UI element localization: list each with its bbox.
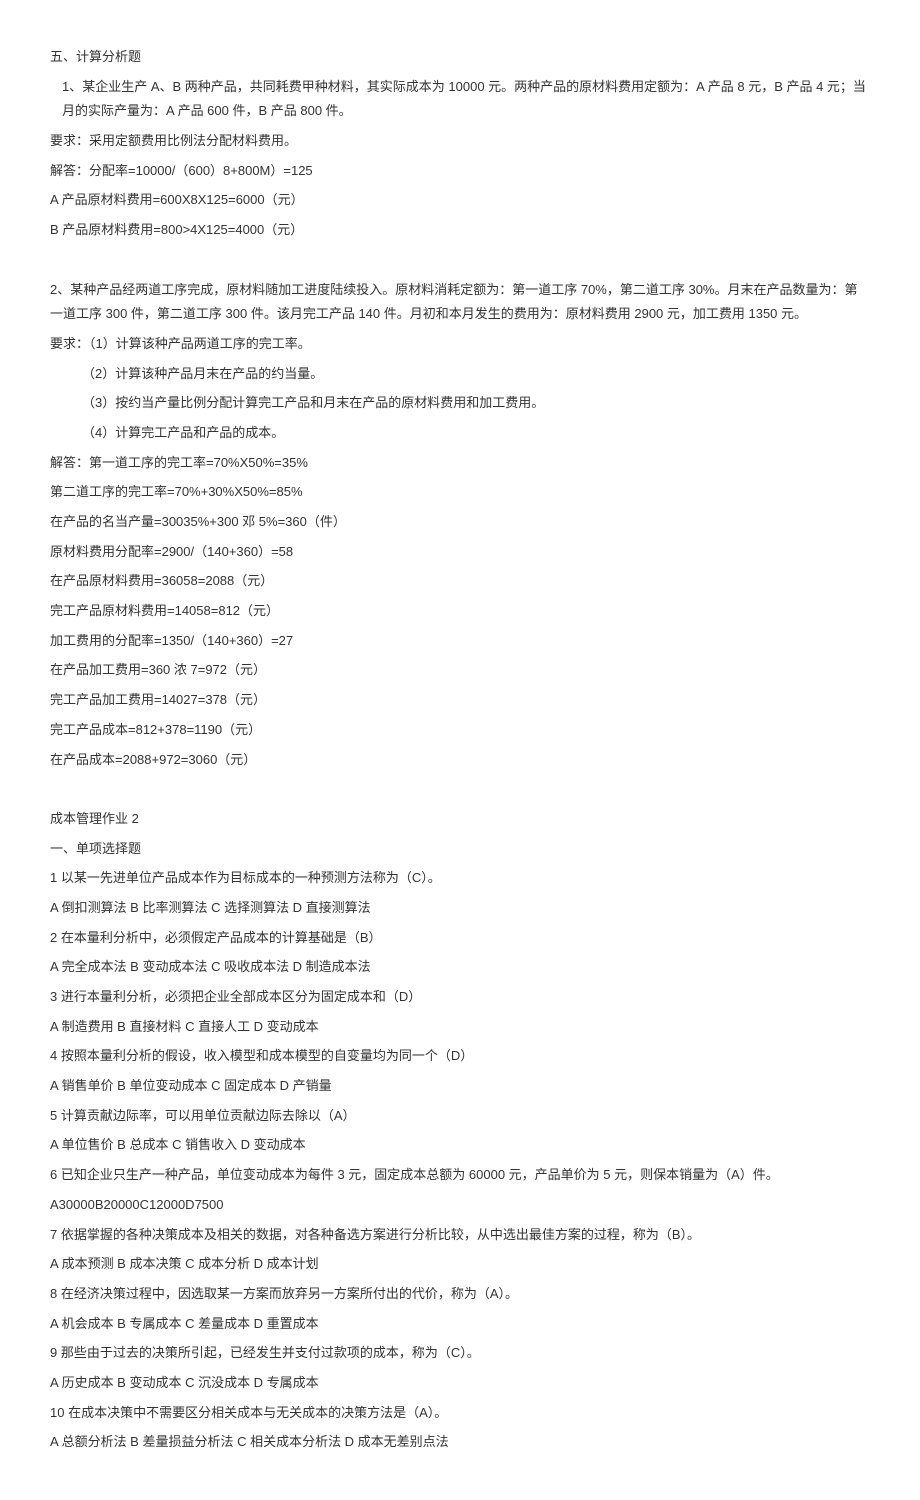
mc2-question: 2 在本量利分析中，必须假定产品成本的计算基础是（B） <box>50 926 870 951</box>
mc7-question: 7 依据掌握的各种决策成本及相关的数据，对各种备选方案进行分析比较，从中选出最佳… <box>50 1223 870 1248</box>
mc8-options: A 机会成本 B 专属成本 C 差量成本 D 重置成本 <box>50 1312 870 1337</box>
q2-req-2: （2）计算该种产品月末在产品的约当量。 <box>50 362 870 387</box>
mc3-options: A 制造费用 B 直接材料 C 直接人工 D 变动成本 <box>50 1015 870 1040</box>
q2-ans-2: 第二道工序的完工率=70%+30%X50%=85% <box>50 480 870 505</box>
mc5-options: A 单位售价 B 总成本 C 销售收入 D 变动成本 <box>50 1133 870 1158</box>
homework2-title: 成本管理作业 2 <box>50 807 870 832</box>
q2-text: 2、某种产品经两道工序完成，原材料随加工进度陆续投入。原材料消耗定额为：第一道工… <box>50 278 870 327</box>
q1-text: 1、某企业生产 A、B 两种产品，共同耗费甲种材料，其实际成本为 10000 元… <box>50 75 870 124</box>
mc9-options: A 历史成本 B 变动成本 C 沉没成本 D 专属成本 <box>50 1371 870 1396</box>
q2-ans-1: 解答：第一道工序的完工率=70%X50%=35% <box>50 451 870 476</box>
mc-section-title: 一、单项选择题 <box>50 837 870 862</box>
mc1-options: A 倒扣测算法 B 比率测算法 C 选择测算法 D 直接测算法 <box>50 896 870 921</box>
q2-ans-3: 在产品的名当产量=30035%+300 邓 5%=360（件） <box>50 510 870 535</box>
mc6-question: 6 已知企业只生产一种产品，单位变动成本为每件 3 元，固定成本总额为 6000… <box>50 1163 870 1188</box>
mc9-question: 9 那些由于过去的决策所引起，已经发生并支付过款项的成本，称为（C）。 <box>50 1341 870 1366</box>
mc7-options: A 成本预测 B 成本决策 C 成本分析 D 成本计划 <box>50 1252 870 1277</box>
q2-ans-7: 加工费用的分配率=1350/（140+360）=27 <box>50 629 870 654</box>
q1-answer-1: 解答：分配率=10000/（600）8+800M）=125 <box>50 159 870 184</box>
q1-answer-2: A 产品原材料费用=600X8X125=6000（元） <box>50 188 870 213</box>
q2-ans-8: 在产品加工费用=360 浓 7=972（元） <box>50 658 870 683</box>
q2-req-1: 要求：（1）计算该种产品两道工序的完工率。 <box>50 332 870 357</box>
q2-ans-11: 在产品成本=2088+972=3060（元） <box>50 748 870 773</box>
mc5-question: 5 计算贡献边际率，可以用单位贡献边际去除以（A） <box>50 1104 870 1129</box>
q2-req-3: （3）按约当产量比例分配计算完工产品和月末在产品的原材料费用和加工费用。 <box>50 391 870 416</box>
mc3-question: 3 进行本量利分析，必须把企业全部成本区分为固定成本和（D） <box>50 985 870 1010</box>
q2-ans-4: 原材料费用分配率=2900/（140+360）=58 <box>50 540 870 565</box>
mc10-question: 10 在成本决策中不需要区分相关成本与无关成本的决策方法是（A）。 <box>50 1401 870 1426</box>
q2-ans-9: 完工产品加工费用=14027=378（元） <box>50 688 870 713</box>
section5-title: 五、计算分析题 <box>50 45 870 70</box>
q1-answer-3: B 产品原材料费用=800>4X125=4000（元） <box>50 218 870 243</box>
q2-ans-10: 完工产品成本=812+378=1190（元） <box>50 718 870 743</box>
mc2-options: A 完全成本法 B 变动成本法 C 吸收成本法 D 制造成本法 <box>50 955 870 980</box>
mc10-options: A 总额分析法 B 差量损益分析法 C 相关成本分析法 D 成本无差别点法 <box>50 1430 870 1455</box>
mc4-question: 4 按照本量利分析的假设，收入模型和成本模型的自变量均为同一个（D） <box>50 1044 870 1069</box>
mc1-question: 1 以某一先进单位产品成本作为目标成本的一种预测方法称为（C）。 <box>50 866 870 891</box>
q1-requirement: 要求：采用定额费用比例法分配材料费用。 <box>50 129 870 154</box>
mc6-options: A30000B20000C12000D7500 <box>50 1193 870 1218</box>
q2-req-4: （4）计算完工产品和产品的成本。 <box>50 421 870 446</box>
q2-ans-5: 在产品原材料费用=36058=2088（元） <box>50 569 870 594</box>
mc4-options: A 销售单价 B 单位变动成本 C 固定成本 D 产销量 <box>50 1074 870 1099</box>
q2-ans-6: 完工产品原材料费用=14058=812（元） <box>50 599 870 624</box>
